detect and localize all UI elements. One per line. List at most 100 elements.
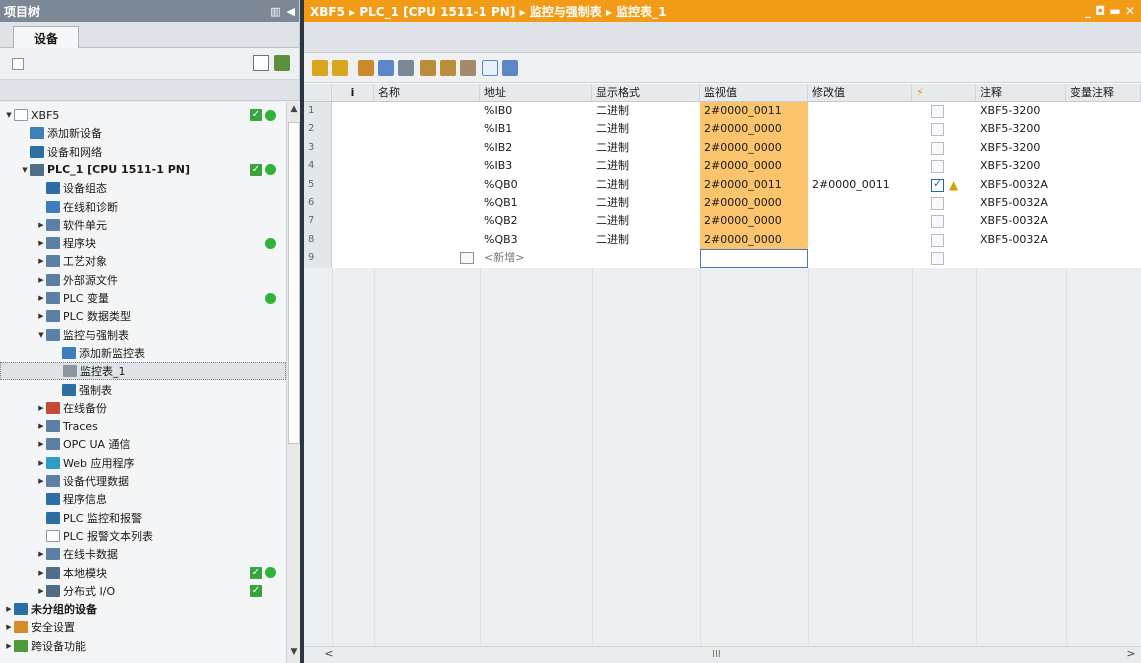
tree-item[interactable]: ▼ PLC_1 [CPU 1511-1 PN] ✓ (0, 161, 286, 179)
tree-item[interactable]: 添加新设备 (0, 124, 286, 142)
comment-cell[interactable]: XBF5-0032A (976, 194, 1066, 212)
tree-item[interactable]: ▶ 安全设置 (0, 618, 286, 636)
name-cell[interactable] (374, 120, 480, 138)
tree-item[interactable]: ▶ 设备代理数据 (0, 472, 286, 490)
address-cell[interactable]: %IB1 (480, 120, 592, 138)
monitor-all-icon[interactable] (482, 60, 498, 76)
expand-arrow-icon[interactable]: ▶ (36, 459, 46, 467)
comment-cell[interactable]: XBF5-3200 (976, 102, 1066, 120)
name-cell[interactable] (374, 194, 480, 212)
tree-item[interactable]: ▶ PLC 数据类型 (0, 307, 286, 325)
format-cell[interactable]: 二进制 (592, 139, 700, 157)
expand-arrow-icon[interactable]: ▶ (36, 239, 46, 247)
tree-item[interactable]: 添加新监控表 (0, 344, 286, 362)
row-number-header[interactable] (304, 84, 332, 102)
tree-item[interactable]: 在线和诊断 (0, 198, 286, 216)
comment-header[interactable]: 注释 (976, 84, 1066, 102)
tag-comment-cell[interactable] (1066, 120, 1141, 138)
expand-arrow-icon[interactable]: ▶ (4, 623, 14, 631)
scroll-grip-icon[interactable]: III (712, 649, 721, 660)
monitor-icon[interactable] (378, 60, 394, 76)
tree-item[interactable]: ▶ 未分组的设备 (0, 600, 286, 618)
tree-item[interactable]: ▶ 在线卡数据 (0, 545, 286, 563)
format-cell[interactable]: 二进制 (592, 231, 700, 249)
monitor-value-header[interactable]: 监视值 (700, 84, 808, 102)
tree-item[interactable]: ▶ Traces (0, 417, 286, 435)
add-icon[interactable] (274, 55, 290, 71)
modify-value-cell[interactable] (808, 120, 912, 138)
comment-cell[interactable]: XBF5-0032A (976, 176, 1066, 194)
new-row-placeholder[interactable]: <新增> (480, 249, 592, 267)
force-checkbox[interactable] (931, 215, 944, 229)
address-cell[interactable]: %QB2 (480, 212, 592, 230)
expand-arrow-icon[interactable]: ▶ (36, 587, 46, 595)
name-cell[interactable] (374, 176, 480, 194)
modify-value-cell[interactable] (808, 139, 912, 157)
add-row-icon[interactable] (332, 60, 348, 76)
collapse-arrow-icon[interactable]: ◀ (287, 5, 295, 18)
window-controls[interactable]: _ ◘ ▬ ✕ (1085, 4, 1141, 18)
table-row[interactable]: 2 %IB1 二进制 2#0000_0000 XBF5-3200 (304, 120, 1141, 139)
tree-item[interactable]: ▶ 本地模块 ✓ (0, 564, 286, 582)
expand-arrow-icon[interactable]: ▶ (36, 294, 46, 302)
tree-item[interactable]: 强制表 (0, 381, 286, 399)
force-checkbox[interactable] (931, 105, 944, 118)
expand-arrow-icon[interactable]: ▶ (4, 642, 14, 650)
expand-arrow-icon[interactable]: ▼ (20, 166, 30, 174)
scroll-down-icon[interactable]: ▼ (287, 647, 301, 661)
expand-arrow-icon[interactable]: ▼ (4, 111, 14, 119)
tree-item[interactable]: 监控表_1 (0, 362, 286, 381)
format-cell[interactable]: 二进制 (592, 157, 700, 175)
scroll-left-icon[interactable]: < (322, 647, 336, 663)
format-cell[interactable]: 二进制 (592, 194, 700, 212)
tree-item[interactable]: ▶ 程序块 (0, 234, 286, 252)
format-header[interactable]: 显示格式 (592, 84, 700, 102)
force-checkbox[interactable] (931, 123, 944, 137)
scroll-up-icon[interactable]: ▲ (287, 104, 301, 118)
tree-item[interactable]: ▶ 跨设备功能 (0, 637, 286, 655)
expand-arrow-icon[interactable]: ▶ (4, 605, 14, 613)
info-header[interactable]: i (332, 84, 374, 102)
scroll-right-icon[interactable]: > (1124, 647, 1138, 663)
expand-arrow-icon[interactable]: ▶ (36, 569, 46, 577)
tree-item[interactable]: ▶ Web 应用程序 (0, 454, 286, 472)
expand-arrow-icon[interactable]: ▶ (36, 422, 46, 430)
add-new-row[interactable]: 9 <新增> (304, 249, 1141, 268)
format-cell[interactable]: 二进制 (592, 120, 700, 138)
tree-item[interactable]: ▶ OPC UA 通信 (0, 435, 286, 453)
tree-item[interactable]: ▼ 监控与强制表 (0, 326, 286, 344)
tree-item[interactable]: PLC 报警文本列表 (0, 527, 286, 545)
list-icon[interactable] (460, 252, 474, 265)
tab-devices[interactable]: 设备 (13, 26, 79, 49)
monitor-once-icon[interactable] (502, 60, 518, 76)
selected-cell[interactable] (700, 249, 808, 268)
name-header[interactable]: 名称 (374, 84, 480, 102)
tag-comment-cell[interactable] (1066, 212, 1141, 230)
table-row[interactable]: 4 %IB3 二进制 2#0000_0000 XBF5-3200 (304, 157, 1141, 176)
comment-cell[interactable]: XBF5-0032A (976, 231, 1066, 249)
insert-row-icon[interactable] (312, 60, 328, 76)
force-checkbox[interactable] (931, 141, 944, 155)
force-header[interactable]: ⚡ (912, 84, 976, 102)
tag-comment-cell[interactable] (1066, 157, 1141, 175)
expand-arrow-icon[interactable]: ▶ (36, 404, 46, 412)
format-cell[interactable]: 二进制 (592, 212, 700, 230)
device-view-icon[interactable] (12, 58, 24, 70)
stop-force-icon[interactable] (440, 60, 456, 76)
comment-cell[interactable]: XBF5-3200 (976, 157, 1066, 175)
expand-arrow-icon[interactable]: ▶ (36, 257, 46, 265)
expand-arrow-icon[interactable]: ▼ (36, 331, 46, 339)
overview-icon[interactable] (253, 55, 269, 71)
force-icon[interactable] (420, 60, 436, 76)
scroll-thumb[interactable] (288, 122, 300, 444)
address-header[interactable]: 地址 (480, 84, 592, 102)
comment-cell[interactable]: XBF5-3200 (976, 139, 1066, 157)
tree-item[interactable]: 程序信息 (0, 490, 286, 508)
modify-value-header[interactable]: 修改值 (808, 84, 912, 102)
tree-scrollbar[interactable]: ▲ ▼ (286, 102, 300, 663)
table-row[interactable]: 7 %QB2 二进制 2#0000_0000 XBF5-0032A (304, 212, 1141, 231)
expand-arrow-icon[interactable]: ▶ (36, 221, 46, 229)
name-cell[interactable] (374, 102, 480, 120)
modify-value-cell[interactable] (808, 157, 912, 175)
address-cell[interactable]: %IB3 (480, 157, 592, 175)
